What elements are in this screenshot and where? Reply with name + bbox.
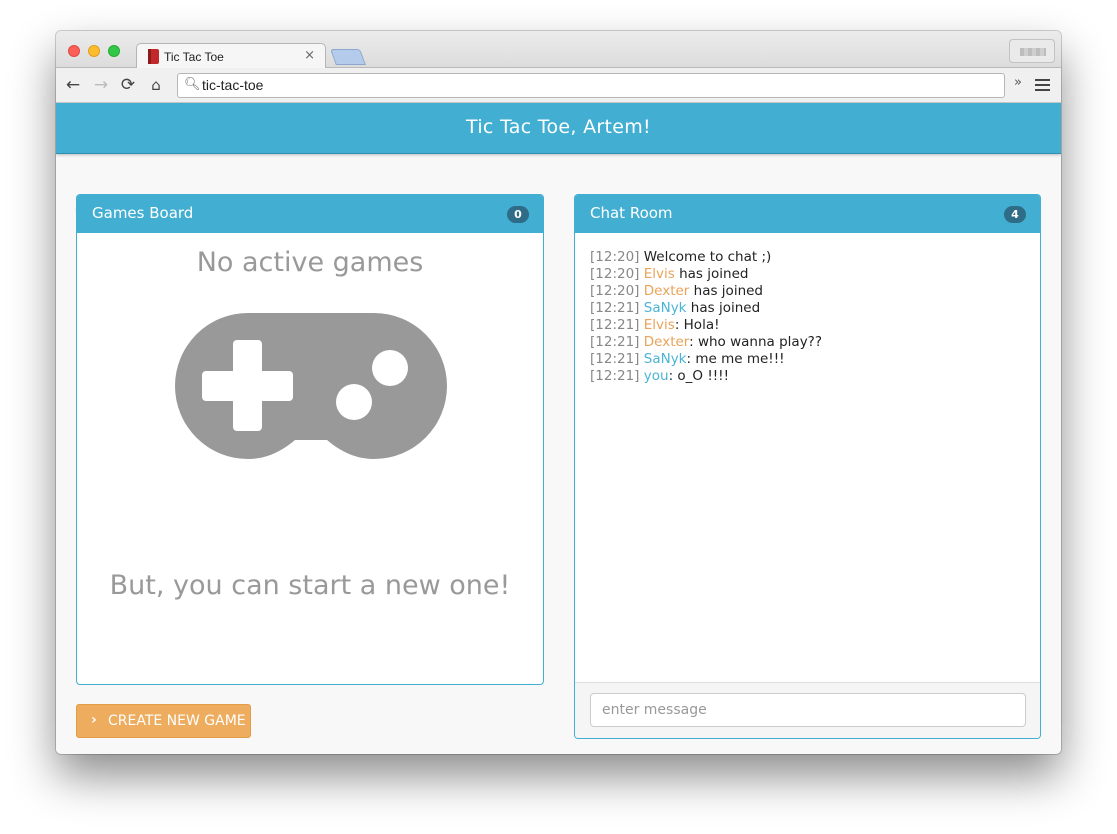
chat-message: [12:21] you: o_O !!!!	[590, 368, 1020, 385]
start-new-game-hint: But, you can start a new one!	[109, 570, 511, 601]
message-user: SaNyk	[643, 300, 687, 316]
browser-toolbar: ← → ⟳ ⌂ 🔍︎ »	[56, 68, 1061, 103]
chat-room-header: Chat Room 4	[575, 195, 1040, 233]
close-tab-icon[interactable]: ×	[304, 48, 315, 63]
message-user: you	[643, 368, 669, 384]
chat-footer	[575, 682, 1040, 738]
browser-window: Tic Tac Toe × ← → ⟳ ⌂ 🔍︎ » ◎ ◎ ◎ ◎ ◎ Tic…	[56, 31, 1061, 754]
forward-arrow-icon[interactable]: →	[91, 75, 111, 95]
message-user: SaNyk	[643, 351, 687, 367]
message-time: [12:21]	[590, 334, 640, 350]
chat-message-input[interactable]	[590, 693, 1026, 727]
browser-tab[interactable]: Tic Tac Toe ×	[136, 43, 326, 69]
chat-message: [12:20] Dexter has joined	[590, 283, 1020, 300]
message-text: Welcome to chat ;)	[643, 249, 772, 265]
tab-title: Tic Tac Toe	[164, 50, 224, 64]
minimize-window-button[interactable]	[88, 45, 100, 57]
extensions-overflow-icon[interactable]: »	[1014, 75, 1022, 90]
search-icon: 🔍︎	[184, 77, 201, 92]
games-board-panel: Games Board 0 No active games But, you c…	[76, 194, 544, 685]
chat-message: [12:20] Welcome to chat ;)	[590, 249, 1020, 266]
back-arrow-icon[interactable]: ←	[63, 75, 83, 95]
zoom-window-button[interactable]	[108, 45, 120, 57]
message-time: [12:20]	[590, 249, 640, 265]
book-icon	[148, 49, 159, 64]
message-text: has joined	[674, 266, 749, 282]
games-board-header: Games Board 0	[77, 195, 543, 233]
title-bar: Tic Tac Toe ×	[56, 31, 1061, 69]
message-text: has joined	[686, 300, 761, 316]
page: ◎ ◎ ◎ ◎ ◎ Tic Tac Toe, Artem! Games Boar…	[56, 103, 1061, 754]
message-text: has joined	[689, 283, 763, 299]
app-header: Tic Tac Toe, Artem!	[56, 103, 1061, 154]
create-new-game-label: CREATE NEW GAME	[108, 713, 246, 729]
chat-messages: [12:20] Welcome to chat ;) [12:20] Elvis…	[590, 249, 1020, 385]
menu-icon[interactable]	[1035, 79, 1050, 94]
message-time: [12:20]	[590, 283, 640, 299]
message-user: Elvis	[643, 317, 675, 333]
create-new-game-button[interactable]: › CREATE NEW GAME	[76, 704, 251, 738]
chat-message: [12:20] Elvis has joined	[590, 266, 1020, 283]
chat-room-panel: Chat Room 4 [12:20] Welcome to chat ;) […	[574, 194, 1041, 739]
message-user: Dexter	[643, 283, 690, 299]
new-tab-button[interactable]	[330, 49, 366, 65]
chevron-right-icon: ›	[91, 712, 97, 728]
message-text: : me me me!!!	[686, 351, 785, 367]
message-text: : Hola!	[674, 317, 720, 333]
no-games-heading: No active games	[196, 247, 424, 278]
gamepad-icon	[175, 313, 447, 459]
address-bar[interactable]: 🔍︎	[177, 73, 1005, 98]
chat-message: [12:21] Elvis: Hola!	[590, 317, 1020, 334]
profile-button[interactable]	[1009, 39, 1055, 63]
chat-message: [12:21] SaNyk: me me me!!!	[590, 351, 1020, 368]
message-time: [12:21]	[590, 368, 640, 384]
address-input[interactable]	[202, 77, 992, 93]
message-time: [12:21]	[590, 351, 640, 367]
message-user: Dexter	[643, 334, 690, 350]
app-title: Tic Tac Toe, Artem!	[466, 116, 651, 138]
games-board-title: Games Board	[92, 204, 194, 222]
chat-room-title: Chat Room	[590, 204, 673, 222]
message-user: Elvis	[643, 266, 675, 282]
message-time: [12:21]	[590, 317, 640, 333]
message-text: : who wanna play??	[689, 334, 823, 350]
reload-icon[interactable]: ⟳	[118, 75, 138, 95]
message-time: [12:20]	[590, 266, 640, 282]
home-icon[interactable]: ⌂	[146, 75, 166, 95]
users-count-badge: 4	[1004, 206, 1026, 223]
chat-message: [12:21] Dexter: who wanna play??	[590, 334, 1020, 351]
close-window-button[interactable]	[68, 45, 80, 57]
chat-message: [12:21] SaNyk has joined	[590, 300, 1020, 317]
message-time: [12:21]	[590, 300, 640, 316]
games-count-badge: 0	[507, 206, 529, 223]
message-text: : o_O !!!!	[668, 368, 729, 384]
